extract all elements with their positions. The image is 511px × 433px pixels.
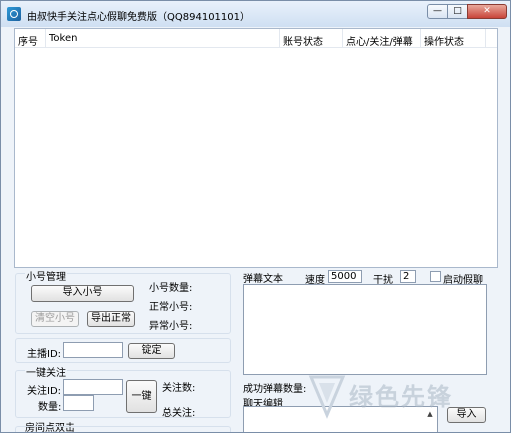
col-divider: [279, 29, 280, 47]
account-group-title: 小号管理: [25, 268, 67, 283]
one-click-follow-button[interactable]: 一键: [126, 380, 157, 413]
import-accounts-button[interactable]: 导入小号: [31, 285, 134, 302]
export-normal-button[interactable]: 导出正常: [87, 311, 135, 327]
follow-qty-label: 数量:: [38, 402, 62, 413]
import-chat-button[interactable]: 导入: [447, 407, 486, 423]
follow-id-label: 关注ID:: [27, 386, 62, 397]
minimize-button[interactable]: —: [427, 4, 448, 19]
follow-count-label: 关注数:: [162, 383, 196, 394]
room-group: [15, 426, 231, 432]
chat-edit-textarea[interactable]: ▲: [243, 406, 438, 432]
close-button[interactable]: ✕: [467, 4, 507, 19]
col-gift-follow-barrage[interactable]: 点心/关注/弹幕: [346, 33, 413, 48]
col-operation-status[interactable]: 操作状态: [424, 33, 464, 48]
maximize-button[interactable]: □: [447, 4, 468, 19]
col-index[interactable]: 序号: [18, 33, 38, 48]
col-divider: [342, 29, 343, 47]
table-body[interactable]: [15, 48, 497, 267]
total-follow-label: 总关注:: [162, 408, 196, 419]
col-divider: [485, 29, 486, 47]
normal-accounts-label: 正常小号:: [149, 302, 193, 313]
scroll-up-icon[interactable]: ▲: [424, 408, 436, 420]
abnormal-accounts-label: 异常小号:: [149, 321, 193, 332]
streamer-id-input[interactable]: [63, 342, 123, 358]
title-bar[interactable]: 由叔快手关注点心假聊免费版（QQ894101101） — □ ✕: [1, 1, 510, 27]
col-divider: [420, 29, 421, 47]
follow-qty-input[interactable]: [63, 395, 94, 411]
window-title: 由叔快手关注点心假聊免费版（QQ894101101）: [27, 12, 251, 23]
col-account-status[interactable]: 账号状态: [283, 33, 323, 48]
follow-group-title: 一键关注: [25, 364, 67, 379]
token-table[interactable]: 序号 Token 账号状态 点心/关注/弹幕 操作状态: [14, 28, 498, 268]
account-count-label: 小号数量:: [149, 283, 193, 294]
app-icon: [7, 7, 21, 21]
table-header: 序号 Token 账号状态 点心/关注/弹幕 操作状态: [15, 29, 497, 48]
fake-chat-checkbox[interactable]: [430, 271, 441, 282]
speed-input[interactable]: 5000: [328, 270, 362, 283]
streamer-id-label: 主播ID:: [27, 349, 62, 360]
barrage-textarea[interactable]: [243, 284, 487, 375]
interfere-input[interactable]: 2: [400, 270, 416, 283]
col-token[interactable]: Token: [49, 33, 77, 44]
follow-id-input[interactable]: [63, 379, 123, 395]
col-divider: [45, 29, 46, 47]
main-window: 由叔快手关注点心假聊免费版（QQ894101101） — □ ✕ 序号 Toke…: [0, 0, 511, 433]
clear-accounts-button[interactable]: 清空小号: [31, 311, 79, 327]
bind-streamer-button[interactable]: 锭定: [128, 343, 175, 359]
success-barrage-label: 成功弹幕数量:: [243, 384, 307, 395]
barrage-text-label: 弹幕文本: [243, 274, 283, 285]
